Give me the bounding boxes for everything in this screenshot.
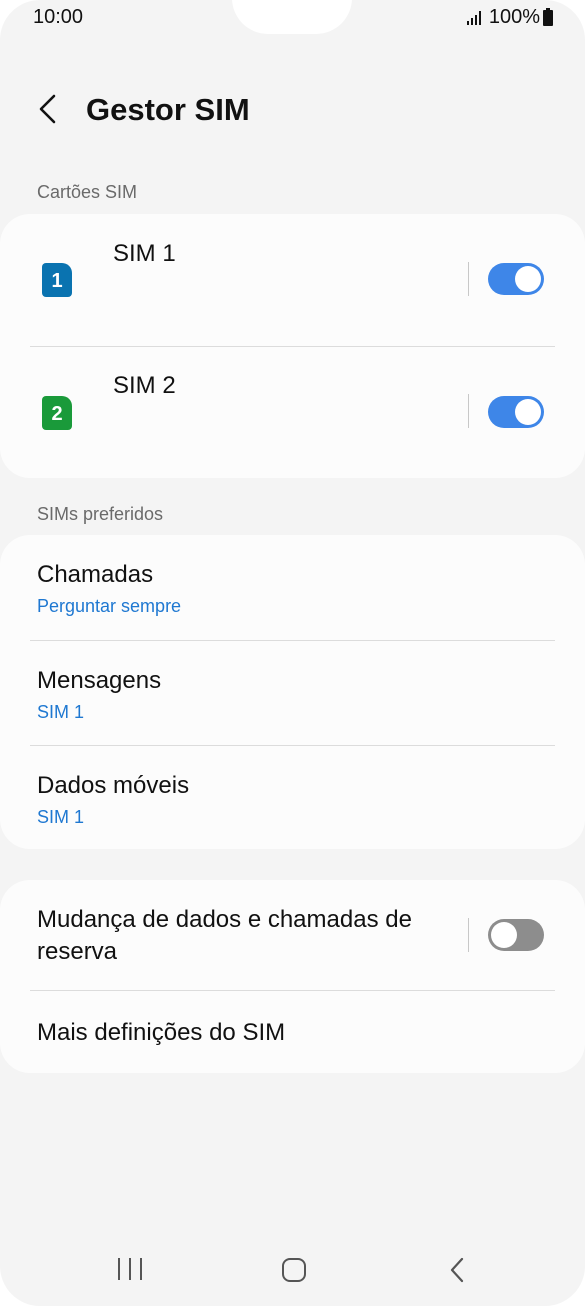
more-sim-settings-item[interactable]: Mais definições do SIM	[0, 991, 585, 1073]
vertical-separator	[468, 918, 469, 952]
home-icon[interactable]	[282, 1258, 306, 1282]
calls-title: Chamadas	[37, 561, 154, 588]
vertical-separator	[468, 394, 469, 428]
sim-cards-card: 1 SIM 1 2 SIM 2	[0, 214, 585, 478]
sim-1-name: SIM 1	[113, 240, 176, 267]
messages-value: SIM 1	[37, 702, 85, 722]
toggle-knob	[515, 266, 541, 292]
preferred-messages-item[interactable]: Mensagens SIM 1	[0, 641, 585, 745]
app-header: Gestor SIM	[0, 80, 585, 140]
back-arrow-icon[interactable]	[32, 92, 62, 126]
more-options-card: Mudança de dados e chamadas de reserva M…	[0, 880, 585, 1073]
recent-apps-icon[interactable]	[118, 1258, 142, 1282]
data-switch-title-line1: Mudança de dados e chamadas de	[37, 906, 412, 933]
sim-2-name: SIM 2	[113, 372, 176, 399]
more-sim-settings-title: Mais definições do SIM	[37, 1019, 286, 1046]
sim-1-icon: 1	[42, 263, 72, 297]
section-label-preferred: SIMs preferidos	[37, 504, 164, 524]
mobile-data-value: SIM 1	[37, 807, 85, 827]
sim-row-1[interactable]: 1 SIM 1	[0, 214, 585, 346]
messages-title: Mensagens	[37, 667, 162, 694]
preferred-calls-item[interactable]: Chamadas Perguntar sempre	[0, 535, 585, 639]
battery-percent: 100%	[488, 6, 540, 28]
sim-row-2[interactable]: 2 SIM 2	[0, 347, 585, 479]
toggle-knob	[515, 399, 541, 425]
data-switch-title-line2: reserva	[37, 938, 118, 965]
toggle-knob	[491, 922, 517, 948]
phone-screen: 10:00 100% Gestor SIM Cartões SIM 1 SIM …	[0, 0, 585, 1306]
sim-1-toggle[interactable]	[488, 263, 544, 295]
page-title: Gestor SIM	[86, 92, 250, 127]
data-switch-toggle[interactable]	[488, 919, 544, 951]
status-icons: 100%	[466, 6, 553, 29]
battery-icon	[543, 7, 553, 26]
sim-2-icon: 2	[42, 396, 72, 430]
mobile-data-title: Dados móveis	[37, 772, 190, 799]
preferred-sims-card: Chamadas Perguntar sempre Mensagens SIM …	[0, 535, 585, 849]
status-time: 10:00	[33, 6, 84, 28]
signal-icon	[466, 10, 483, 25]
nav-back-icon[interactable]	[446, 1256, 468, 1284]
navigation-bar	[0, 1240, 585, 1300]
preferred-mobile-data-item[interactable]: Dados móveis SIM 1	[0, 746, 585, 849]
data-switch-item[interactable]: Mudança de dados e chamadas de reserva	[0, 880, 585, 990]
section-label-sim-cards: Cartões SIM	[37, 182, 138, 202]
sim-2-toggle[interactable]	[488, 396, 544, 428]
vertical-separator	[468, 262, 469, 296]
calls-value: Perguntar sempre	[37, 596, 182, 616]
status-bar: 10:00 100%	[0, 0, 585, 34]
